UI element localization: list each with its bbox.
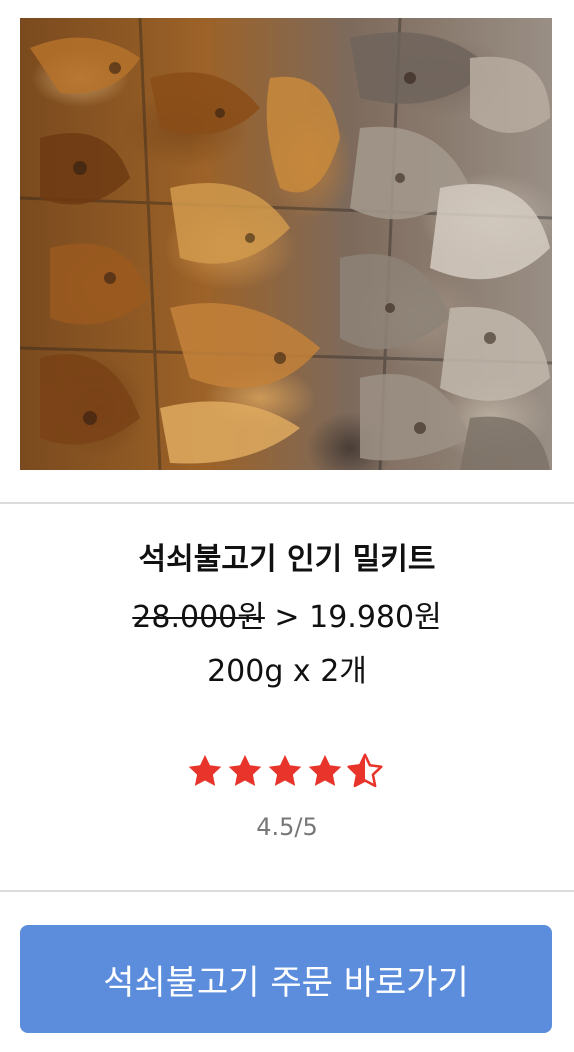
price-line: 28.000원 > 19.980원 bbox=[0, 596, 574, 640]
product-image bbox=[20, 18, 552, 470]
product-quantity: 200g x 2개 bbox=[207, 654, 367, 689]
star-icon bbox=[268, 754, 302, 786]
star-icon bbox=[188, 754, 222, 786]
product-name: 석쇠불고기 인기 밀키트 bbox=[138, 542, 436, 577]
star-half-icon bbox=[347, 753, 383, 788]
original-price: 28.000원 bbox=[132, 600, 265, 635]
star-icon bbox=[308, 754, 342, 786]
star-rating bbox=[186, 752, 386, 792]
price-separator: > bbox=[274, 600, 300, 635]
sale-price: 19.980원 bbox=[309, 600, 442, 635]
order-now-button[interactable]: 석쇠불고기 주문 바로가기 bbox=[20, 925, 552, 1033]
divider bbox=[0, 890, 574, 892]
rating-text: 4.5/5 bbox=[256, 813, 318, 841]
product-page: 석쇠불고기 인기 밀키트 28.000원 > 19.980원 200g x 2개… bbox=[0, 0, 574, 1052]
grilled-bulgogi-illustration bbox=[20, 18, 552, 470]
star-icon bbox=[228, 754, 262, 786]
divider bbox=[0, 502, 574, 504]
